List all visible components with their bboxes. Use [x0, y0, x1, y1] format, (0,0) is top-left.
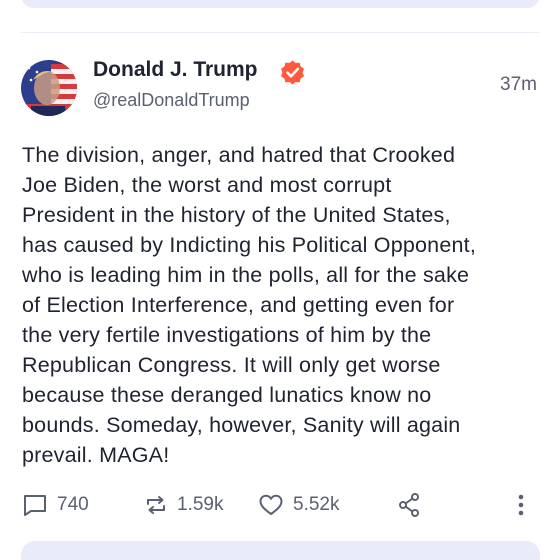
share-button[interactable]	[397, 490, 421, 520]
author-avatar[interactable]	[21, 60, 77, 116]
post-text-line: has caused by Indicting his Political Op…	[22, 233, 477, 257]
post-text-line: President in the history of the United S…	[22, 203, 451, 227]
more-vertical-icon	[518, 494, 524, 516]
post-text-line: The division, anger, and hatred that Cro…	[22, 143, 456, 167]
post-text-line: prevail. MAGA!	[22, 443, 170, 467]
reply-count: 740	[57, 494, 89, 515]
heart-icon	[259, 494, 283, 515]
divider	[21, 32, 540, 33]
post-body: The division, anger, and hatred that Cro…	[22, 140, 532, 470]
post-text-line: Republican Congress. It will only get wo…	[22, 353, 441, 377]
reply-button[interactable]: 740	[22, 490, 89, 520]
author-name[interactable]: Donald J. Trump	[93, 58, 258, 82]
repost-icon	[147, 496, 165, 514]
verified-badge-icon	[279, 59, 306, 86]
feed: Donald J. Trump @realDonaldTrump 37m The…	[0, 0, 560, 560]
avatar-portrait-flag-icon	[21, 60, 77, 116]
next-card[interactable]	[21, 541, 540, 560]
post-text-line: bounds. Someday, however, Sanity will ag…	[22, 413, 461, 437]
share-icon	[399, 493, 419, 517]
post-actions: 740 1.59k 5.52k	[0, 490, 560, 520]
comment-icon	[24, 495, 46, 516]
previous-card[interactable]	[21, 0, 540, 8]
post-text-line: the very fertile investigations of him b…	[22, 323, 432, 347]
author-handle[interactable]: @realDonaldTrump	[93, 90, 250, 111]
post-text-line: who is leading him in the polls, all for…	[22, 263, 470, 287]
like-count: 5.52k	[293, 494, 340, 515]
post-text-line: Joe Biden, the worst and most corrupt	[22, 173, 392, 197]
repost-button[interactable]: 1.59k	[144, 490, 223, 520]
repost-count: 1.59k	[177, 494, 224, 515]
post-text-line: because these deranged lunatics know no	[22, 383, 432, 407]
post-text-line: of Election Interference, and getting ev…	[22, 293, 455, 317]
post-timestamp[interactable]: 37m	[500, 74, 537, 96]
like-button[interactable]: 5.52k	[258, 490, 339, 520]
more-options-button[interactable]	[512, 490, 530, 520]
